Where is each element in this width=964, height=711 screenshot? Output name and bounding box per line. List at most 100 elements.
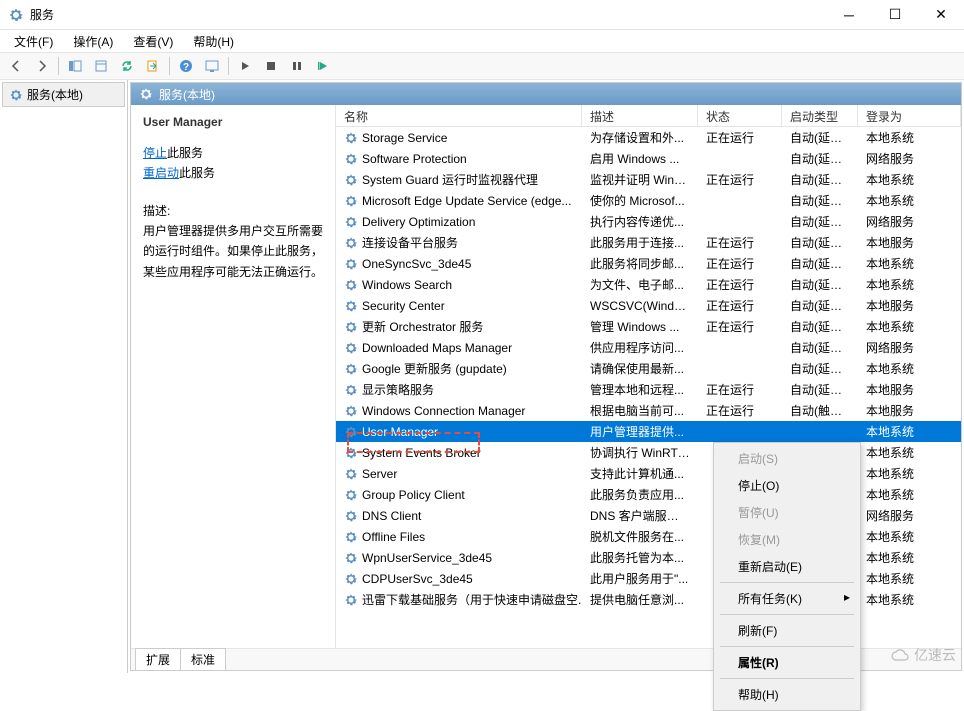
ctx-help[interactable]: 帮助(H) — [716, 681, 858, 708]
cell-logon: 本地系统 — [858, 570, 961, 587]
table-row[interactable]: CDPUserSvc_3de45此用户服务用于"...本地系统 — [336, 568, 961, 589]
maximize-button[interactable]: ☐ — [872, 0, 918, 30]
pause-button[interactable] — [285, 55, 309, 77]
tree-item-services-local[interactable]: 服务(本地) — [2, 82, 125, 107]
col-name[interactable]: 名称 — [336, 105, 582, 126]
cell-name: WpnUserService_3de45 — [336, 551, 582, 565]
cell-desc: 此用户服务用于"... — [582, 570, 698, 587]
play-button[interactable] — [233, 55, 257, 77]
table-row[interactable]: 迅雷下载基础服务（用于快速申请磁盘空...提供电脑任意浏...本地系统 — [336, 589, 961, 610]
svg-text:?: ? — [183, 62, 189, 73]
forward-button[interactable] — [30, 55, 54, 77]
menu-action[interactable]: 操作(A) — [65, 31, 121, 52]
ctx-restart[interactable]: 重新启动(E) — [716, 553, 858, 580]
table-row[interactable]: Server支持此计算机通...本地系统 — [336, 463, 961, 484]
cell-name: 显示策略服务 — [336, 381, 582, 398]
cell-desc: 为存储设置和外... — [582, 129, 698, 146]
ctx-stop[interactable]: 停止(O) — [716, 472, 858, 499]
tab-standard[interactable]: 标准 — [180, 648, 226, 670]
cell-status: 正在运行 — [698, 381, 782, 398]
service-action-links: 停止此服务 重启动此服务 — [143, 143, 323, 184]
export-button[interactable] — [141, 55, 165, 77]
table-row[interactable]: Delivery Optimization执行内容传递优...自动(延迟...网… — [336, 211, 961, 232]
table-row[interactable]: 连接设备平台服务此服务用于连接...正在运行自动(延迟...本地服务 — [336, 232, 961, 253]
cell-name: User Manager — [336, 425, 582, 439]
cell-name: 迅雷下载基础服务（用于快速申请磁盘空... — [336, 591, 582, 608]
table-row[interactable]: Security CenterWSCSVC(Windo...正在运行自动(延迟.… — [336, 295, 961, 316]
ctx-all-tasks[interactable]: 所有任务(K)▸ — [716, 585, 858, 612]
cell-logon: 网络服务 — [858, 507, 961, 524]
properties-button[interactable] — [89, 55, 113, 77]
cell-logon: 网络服务 — [858, 213, 961, 230]
table-row[interactable]: Google 更新服务 (gupdate)请确保使用最新...自动(延迟...本… — [336, 358, 961, 379]
table-row[interactable]: 显示策略服务管理本地和远程...正在运行自动(延迟...本地服务 — [336, 379, 961, 400]
refresh-button[interactable] — [115, 55, 139, 77]
console-button[interactable] — [200, 55, 224, 77]
table-row[interactable]: System Events Broker协调执行 WinRT ...本地系统 — [336, 442, 961, 463]
table-row[interactable]: User Manager用户管理器提供...本地系统 — [336, 421, 961, 442]
separator — [720, 614, 854, 615]
cell-startup: 自动(延迟... — [782, 255, 858, 272]
stop-link[interactable]: 停止 — [143, 146, 167, 160]
cell-desc: 执行内容传递优... — [582, 213, 698, 230]
show-hide-tree-button[interactable] — [63, 55, 87, 77]
cell-name: Windows Connection Manager — [336, 404, 582, 418]
cell-startup: 自动(延迟... — [782, 129, 858, 146]
cell-desc: 监视并证明 Wind... — [582, 171, 698, 188]
table-row[interactable]: Software Protection启用 Windows ...自动(延迟..… — [336, 148, 961, 169]
cell-startup: 自动(延迟... — [782, 234, 858, 251]
tab-extended[interactable]: 扩展 — [135, 648, 181, 670]
table-row[interactable]: Storage Service为存储设置和外...正在运行自动(延迟...本地系… — [336, 127, 961, 148]
menu-file[interactable]: 文件(F) — [6, 31, 61, 52]
table-row[interactable]: OneSyncSvc_3de45此服务将同步邮...正在运行自动(延迟...本地… — [336, 253, 961, 274]
stop-button[interactable] — [259, 55, 283, 77]
separator — [228, 57, 229, 75]
col-desc[interactable]: 描述 — [582, 105, 698, 126]
list-body[interactable]: Storage Service为存储设置和外...正在运行自动(延迟...本地系… — [336, 127, 961, 648]
table-row[interactable]: Group Policy Client此服务负责应用...本地系统 — [336, 484, 961, 505]
col-startup[interactable]: 启动类型 — [782, 105, 858, 126]
ctx-refresh[interactable]: 刷新(F) — [716, 617, 858, 644]
cell-logon: 本地系统 — [858, 465, 961, 482]
cell-name: Software Protection — [336, 152, 582, 166]
menu-view[interactable]: 查看(V) — [125, 31, 181, 52]
restart-button[interactable] — [311, 55, 335, 77]
back-button[interactable] — [4, 55, 28, 77]
table-row[interactable]: Offline Files脱机文件服务在...本地系统 — [336, 526, 961, 547]
menu-help[interactable]: 帮助(H) — [185, 31, 242, 52]
table-row[interactable]: Downloaded Maps Manager供应用程序访问...自动(延迟..… — [336, 337, 961, 358]
minimize-button[interactable]: ─ — [826, 0, 872, 30]
cell-logon: 本地系统 — [858, 255, 961, 272]
cell-logon: 本地服务 — [858, 234, 961, 251]
ctx-properties[interactable]: 属性(R) — [716, 649, 858, 676]
cell-desc: 管理本地和远程... — [582, 381, 698, 398]
table-row[interactable]: 更新 Orchestrator 服务管理 Windows ...正在运行自动(延… — [336, 316, 961, 337]
chevron-right-icon: ▸ — [844, 590, 850, 604]
cell-name: Storage Service — [336, 131, 582, 145]
table-row[interactable]: System Guard 运行时监视器代理监视并证明 Wind...正在运行自动… — [336, 169, 961, 190]
pane-header: 服务(本地) — [131, 83, 961, 105]
cell-logon: 本地系统 — [858, 129, 961, 146]
restart-link[interactable]: 重启动 — [143, 166, 179, 180]
cell-name: Downloaded Maps Manager — [336, 341, 582, 355]
cell-status: 正在运行 — [698, 402, 782, 419]
help-button[interactable]: ? — [174, 55, 198, 77]
close-button[interactable]: ✕ — [918, 0, 964, 30]
cell-name: Security Center — [336, 299, 582, 313]
detail-pane: User Manager 停止此服务 重启动此服务 描述: 用户管理器提供多用户… — [131, 105, 336, 648]
col-logon[interactable]: 登录为 — [858, 105, 961, 126]
table-row[interactable]: DNS ClientDNS 客户端服务(...网络服务 — [336, 505, 961, 526]
ctx-resume: 恢复(M) — [716, 526, 858, 553]
cell-desc: 管理 Windows ... — [582, 318, 698, 335]
table-row[interactable]: Windows Search为文件、电子邮...正在运行自动(延迟...本地系统 — [336, 274, 961, 295]
table-row[interactable]: Microsoft Edge Update Service (edge...使你… — [336, 190, 961, 211]
separator — [720, 678, 854, 679]
watermark: 亿速云 — [890, 645, 956, 665]
app-icon — [8, 7, 24, 23]
col-status[interactable]: 状态 — [698, 105, 782, 126]
table-row[interactable]: Windows Connection Manager根据电脑当前可...正在运行… — [336, 400, 961, 421]
cell-startup: 自动(延迟... — [782, 171, 858, 188]
table-row[interactable]: WpnUserService_3de45此服务托管为本...本地系统 — [336, 547, 961, 568]
cell-startup: 自动(延迟... — [782, 276, 858, 293]
cell-desc: 支持此计算机通... — [582, 465, 698, 482]
